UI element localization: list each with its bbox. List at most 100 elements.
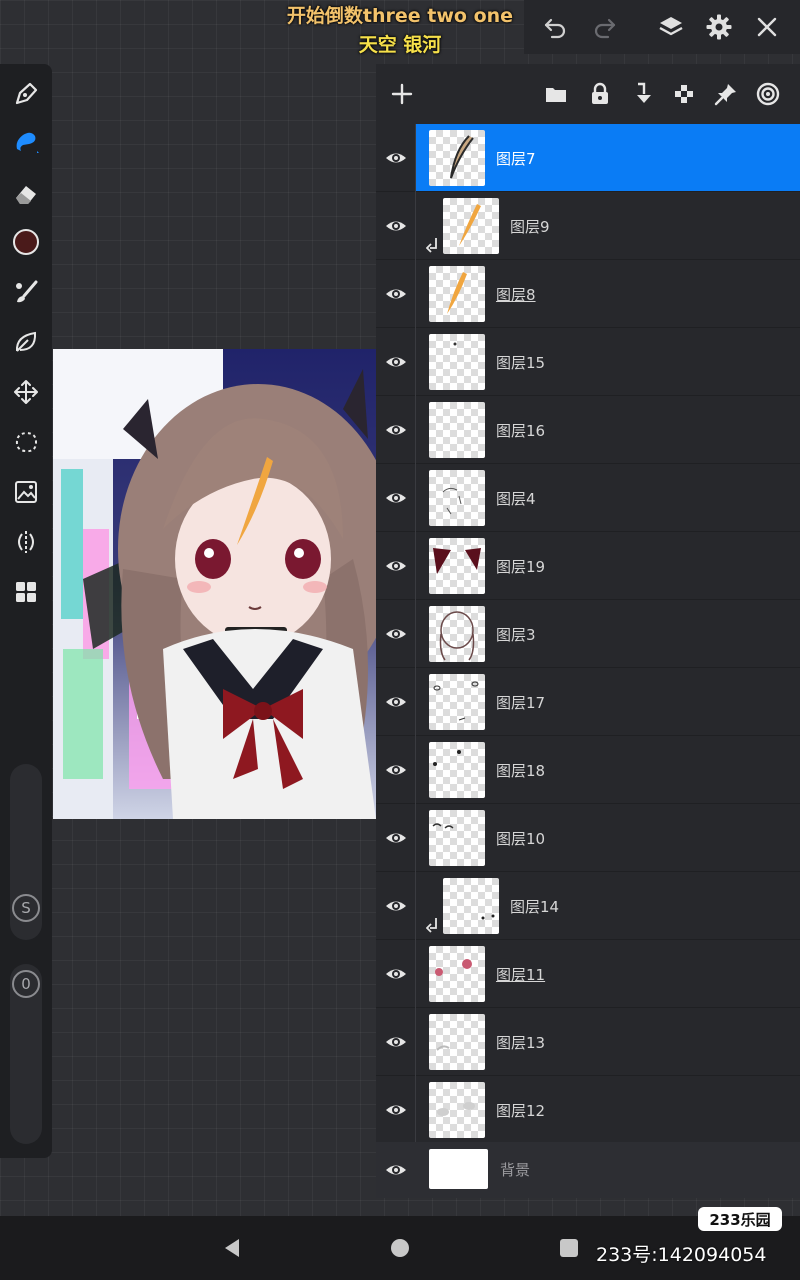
layer-row[interactable]: 图层3 xyxy=(376,600,800,668)
lock-icon[interactable] xyxy=(584,78,616,110)
artwork-image[interactable] xyxy=(53,349,376,819)
layer-thumbnail xyxy=(429,470,485,526)
eye-icon[interactable] xyxy=(382,824,410,852)
brush-icon[interactable] xyxy=(8,274,44,310)
caption-line-1: 开始倒数three two one xyxy=(286,5,514,27)
eye-icon[interactable] xyxy=(382,144,410,172)
undo-icon[interactable] xyxy=(538,10,572,44)
redo-icon[interactable] xyxy=(588,10,622,44)
layer-thumbnail xyxy=(443,198,499,254)
clipping-mask-icon xyxy=(425,238,440,254)
layer-name: 图层14 xyxy=(510,898,560,916)
layer-row[interactable]: 图层11 xyxy=(376,940,800,1008)
layer-name: 图层4 xyxy=(496,490,536,508)
watermark-id: 233号:142094054 xyxy=(596,1244,767,1266)
layer-row[interactable]: 图层10 xyxy=(376,804,800,872)
home-icon[interactable] xyxy=(388,1236,412,1260)
layer-row[interactable]: 图层4 xyxy=(376,464,800,532)
clipping-mask-icon xyxy=(425,918,440,934)
eye-icon[interactable] xyxy=(382,552,410,580)
row-divider xyxy=(415,464,416,532)
layer-name: 图层19 xyxy=(496,558,546,576)
layer-thumbnail xyxy=(429,266,485,322)
layer-thumbnail xyxy=(429,402,485,458)
pin-icon[interactable] xyxy=(710,78,742,110)
row-divider xyxy=(415,124,416,192)
lasso-icon[interactable] xyxy=(8,424,44,460)
layer-row[interactable]: 图层14 xyxy=(376,872,800,940)
background-thumbnail xyxy=(429,1149,488,1189)
layer-panel: 图层7 图层9 图层8 图层15 图层16 图层4 图层19 图层3 图层17 … xyxy=(376,64,800,1198)
blend-icon[interactable] xyxy=(752,78,784,110)
layer-name: 图层9 xyxy=(510,218,550,236)
tool-sidebar: S 0 xyxy=(0,64,52,1158)
eye-icon[interactable] xyxy=(382,484,410,512)
layer-row[interactable]: 图层19 xyxy=(376,532,800,600)
back-icon[interactable] xyxy=(220,1236,244,1260)
folder-icon[interactable] xyxy=(540,78,572,110)
background-layer-row[interactable]: 背景 xyxy=(376,1142,800,1198)
eye-icon[interactable] xyxy=(382,1156,410,1184)
layer-row[interactable]: 图层16 xyxy=(376,396,800,464)
opacity-slider-label: 0 xyxy=(12,970,40,998)
merge-down-icon[interactable] xyxy=(626,78,658,110)
layer-name: 图层11 xyxy=(496,966,546,984)
layer-row[interactable]: 图层15 xyxy=(376,328,800,396)
row-divider xyxy=(415,736,416,804)
layer-row[interactable]: 图层17 xyxy=(376,668,800,736)
layer-thumbnail xyxy=(429,538,485,594)
caption-line-2: 天空 银河 xyxy=(358,34,442,56)
layer-row[interactable]: 图层13 xyxy=(376,1008,800,1076)
eye-icon[interactable] xyxy=(382,756,410,784)
pen-icon[interactable] xyxy=(8,76,44,112)
layer-name: 图层13 xyxy=(496,1034,546,1052)
layer-row[interactable]: 图层18 xyxy=(376,736,800,804)
layer-name: 图层10 xyxy=(496,830,546,848)
layer-name: 图层15 xyxy=(496,354,546,372)
settings-icon[interactable] xyxy=(702,10,736,44)
layer-thumbnail xyxy=(429,334,485,390)
layer-thumbnail xyxy=(429,1014,485,1070)
layer-row[interactable]: 图层9 xyxy=(376,192,800,260)
symmetry-icon[interactable] xyxy=(8,524,44,560)
image-adjust-icon[interactable] xyxy=(8,474,44,510)
row-divider xyxy=(415,940,416,1008)
add-layer-icon[interactable] xyxy=(386,78,418,110)
leaf-icon[interactable] xyxy=(8,324,44,360)
layer-thumbnail xyxy=(429,742,485,798)
layers-icon[interactable] xyxy=(654,10,688,44)
layer-name: 图层18 xyxy=(496,762,546,780)
eraser-icon[interactable] xyxy=(8,176,44,212)
transparency-icon[interactable] xyxy=(668,78,700,110)
eye-icon[interactable] xyxy=(382,348,410,376)
color-swatch[interactable] xyxy=(8,224,44,260)
row-divider xyxy=(415,600,416,668)
eye-icon[interactable] xyxy=(382,280,410,308)
row-divider xyxy=(415,1076,416,1144)
layer-name: 图层17 xyxy=(496,694,546,712)
close-icon[interactable] xyxy=(750,10,784,44)
layer-row[interactable]: 图层8 xyxy=(376,260,800,328)
eye-icon[interactable] xyxy=(382,212,410,240)
layer-thumbnail xyxy=(429,810,485,866)
grid-icon[interactable] xyxy=(8,574,44,610)
eye-icon[interactable] xyxy=(382,960,410,988)
layer-name: 图层12 xyxy=(496,1102,546,1120)
eye-icon[interactable] xyxy=(382,892,410,920)
smudge-icon[interactable] xyxy=(8,124,44,160)
eye-icon[interactable] xyxy=(382,416,410,444)
eye-icon[interactable] xyxy=(382,1028,410,1056)
eye-icon[interactable] xyxy=(382,1096,410,1124)
layer-thumbnail xyxy=(429,606,485,662)
eye-icon[interactable] xyxy=(382,620,410,648)
layer-name: 图层3 xyxy=(496,626,536,644)
layer-row[interactable]: 图层12 xyxy=(376,1076,800,1144)
recents-icon[interactable] xyxy=(557,1236,581,1260)
layer-thumbnail xyxy=(429,130,485,186)
eye-icon[interactable] xyxy=(382,688,410,716)
layer-thumbnail xyxy=(429,674,485,730)
move-icon[interactable] xyxy=(8,374,44,410)
watermark-logo: 233乐园 xyxy=(698,1207,782,1231)
row-divider xyxy=(415,532,416,600)
layer-row[interactable]: 图层7 xyxy=(376,124,800,192)
